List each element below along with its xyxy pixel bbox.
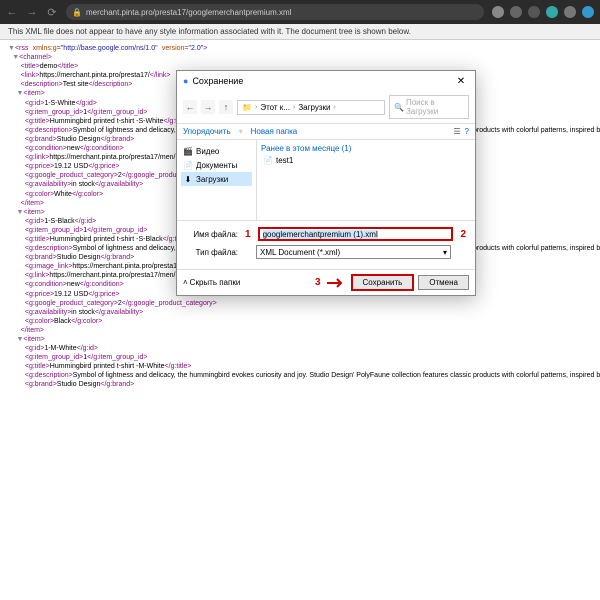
sidebar-item-downloads[interactable]: ⬇Загрузки: [181, 172, 252, 186]
channel-link: https://merchant.pinta.pro/presta17/: [39, 72, 150, 79]
save-dialog: ● Сохранение ✕ ← → ↑ 📁 › Этот к... › Заг…: [176, 70, 476, 296]
hide-folders-label: Скрыть папки: [190, 278, 241, 287]
filetype-value: XML Document (*.xml): [260, 248, 340, 257]
i1-pr: 19.12 USD: [54, 163, 88, 170]
xml-info-bar: This XML file does not appear to have an…: [0, 24, 600, 40]
i2-id: 1-S-Black: [44, 218, 74, 225]
forward-icon[interactable]: →: [26, 6, 38, 18]
dialog-title: Сохранение: [192, 76, 243, 86]
i1-br: Studio Design: [57, 136, 101, 143]
sb-dl: Загрузки: [196, 175, 228, 184]
back-icon[interactable]: ←: [6, 6, 18, 18]
search-input[interactable]: 🔍 Поиск в Загрузки: [389, 95, 469, 119]
i1-id: 1-S-White: [44, 100, 75, 107]
nav-fwd-icon[interactable]: →: [201, 100, 215, 114]
url-text: merchant.pinta.pro/presta17/googlemercha…: [86, 8, 291, 17]
folder-icon: 📁: [242, 103, 252, 112]
annotation-3: 3: [315, 277, 321, 288]
i1-cl: White: [54, 191, 72, 198]
i3-br: Studio Design: [57, 381, 101, 388]
nav-up-icon[interactable]: ↑: [219, 100, 233, 114]
ext-icon-4[interactable]: [546, 6, 558, 18]
xml-ns: http://base.google.com/ns/1.0: [63, 45, 155, 52]
url-bar[interactable]: 🔒 merchant.pinta.pro/presta17/googlemerc…: [66, 4, 484, 20]
download-icon: ⬇: [183, 174, 193, 184]
dialog-titlebar: ● Сохранение ✕: [177, 71, 475, 91]
cancel-button[interactable]: Отмена: [418, 275, 469, 290]
search-ph: Поиск в Загрузки: [406, 98, 464, 116]
i1-ti: Hummingbird printed t-shirt -S-White: [50, 118, 164, 125]
i1-co: new: [67, 145, 80, 152]
annotation-arrow-icon: [327, 278, 347, 288]
ext-icon-3[interactable]: [528, 6, 540, 18]
hide-folders-button[interactable]: ˄ Скрыть папки: [183, 278, 240, 287]
filename-label: Имя файла:: [183, 230, 238, 239]
i1-av: in stock: [71, 181, 95, 188]
i2-ti: Hummingbird printed t-shirt -S-Black: [50, 236, 163, 243]
i3-id: 1-M-White: [44, 345, 76, 352]
list-item[interactable]: 📄 test1: [261, 155, 471, 166]
group-header: Ранее в этом месяце (1): [261, 144, 471, 153]
breadcrumb[interactable]: 📁 › Этот к... › Загрузки ›: [237, 100, 385, 115]
xml-ver: 2.0: [191, 45, 201, 52]
file-icon: 📄: [263, 156, 273, 165]
video-icon: 🎬: [183, 146, 193, 156]
i3-de: Symbol of lightness and delicacy, the hu…: [73, 372, 600, 379]
organize-menu[interactable]: Упорядочить: [183, 127, 231, 136]
channel-desc: Test site: [63, 81, 89, 88]
search-icon: 🔍: [394, 103, 404, 112]
close-icon[interactable]: ✕: [453, 73, 469, 89]
bc-b[interactable]: Загрузки: [298, 103, 330, 112]
lock-icon: 🔒: [72, 8, 82, 17]
filetype-select[interactable]: XML Document (*.xml) ▾: [256, 245, 451, 259]
ext-icon-6[interactable]: [582, 6, 594, 18]
file-name: test1: [276, 156, 293, 165]
browser-chrome: ← → ⟳ 🔒 merchant.pinta.pro/presta17/goog…: [0, 0, 600, 24]
annotation-1: 1: [245, 229, 251, 240]
sidebar-item-docs[interactable]: 📄Документы: [181, 158, 252, 172]
sidebar: 🎬Видео 📄Документы ⬇Загрузки: [177, 140, 257, 220]
i2-co: new: [67, 281, 80, 288]
nav-back-icon[interactable]: ←: [183, 100, 197, 114]
ext-icon-2[interactable]: [510, 6, 522, 18]
newfolder-button[interactable]: Новая папка: [251, 127, 298, 136]
i2-br: Studio Design: [57, 254, 101, 261]
filetype-label: Тип файла:: [183, 248, 238, 257]
reload-icon[interactable]: ⟳: [46, 6, 58, 18]
chevron-up-icon: ˄: [183, 278, 188, 287]
file-list[interactable]: Ранее в этом месяце (1) 📄 test1: [257, 140, 475, 220]
ext-icon-1[interactable]: [492, 6, 504, 18]
docs-icon: 📄: [183, 160, 193, 170]
bc-a[interactable]: Этот к...: [260, 103, 290, 112]
ext-icon-5[interactable]: [564, 6, 576, 18]
filename-value: googlemerchantpremium (1).xml: [263, 230, 378, 239]
i2-cl: Black: [54, 318, 71, 325]
help-icon[interactable]: ?: [465, 127, 469, 136]
sb-video: Видео: [196, 147, 219, 156]
i2-av: in stock: [71, 309, 95, 316]
i3-ti: Hummingbird printed t-shirt -M-White: [50, 363, 165, 370]
i2-pr: 19.12 USD: [54, 291, 88, 298]
chevron-down-icon: ▾: [443, 248, 447, 257]
view-icon[interactable]: ☰: [453, 127, 460, 136]
sb-docs: Документы: [196, 161, 237, 170]
annotation-2: 2: [460, 229, 466, 240]
channel-title: demo: [40, 63, 58, 70]
sidebar-item-video[interactable]: 🎬Видео: [181, 144, 252, 158]
save-button[interactable]: Сохранить: [351, 274, 415, 291]
filename-input[interactable]: googlemerchantpremium (1).xml: [258, 227, 454, 241]
save-icon: ●: [183, 76, 188, 86]
